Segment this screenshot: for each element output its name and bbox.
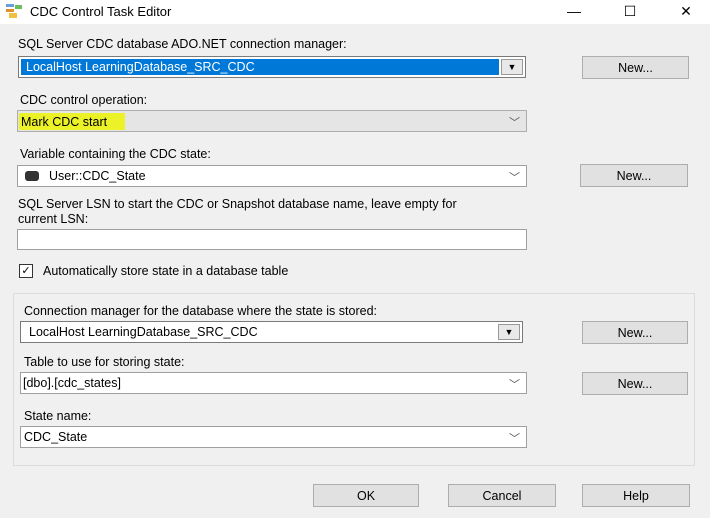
table-label: Table to use for storing state: bbox=[24, 355, 185, 369]
chevron-down-icon: ﹀ bbox=[509, 433, 520, 445]
state-name-select[interactable]: CDC_State ﹀ bbox=[20, 426, 527, 448]
new-state-conn-button[interactable]: New... bbox=[582, 321, 688, 344]
operation-select[interactable]: Mark CDC start ﹀ bbox=[17, 110, 527, 132]
minimize-button[interactable]: — bbox=[551, 0, 597, 22]
cancel-button[interactable]: Cancel bbox=[448, 484, 556, 507]
maximize-button[interactable]: ☐ bbox=[607, 0, 653, 22]
variable-icon bbox=[25, 171, 39, 181]
auto-store-label: Automatically store state in a database … bbox=[43, 264, 289, 278]
ok-button[interactable]: OK bbox=[313, 484, 419, 507]
connection-manager-select[interactable]: LocalHost LearningDatabase_SRC_CDC ▼ bbox=[18, 56, 526, 78]
dropdown-arrow-icon[interactable]: ▼ bbox=[498, 324, 520, 340]
title-bar: CDC Control Task Editor — ☐ ✕ bbox=[0, 0, 710, 24]
app-icon bbox=[6, 4, 22, 18]
table-select[interactable]: [dbo].[cdc_states] ﹀ bbox=[20, 372, 527, 394]
lsn-input[interactable] bbox=[17, 229, 527, 250]
close-button[interactable]: ✕ bbox=[663, 0, 709, 22]
state-variable-select[interactable]: User::CDC_State ﹀ bbox=[17, 165, 527, 187]
dropdown-arrow-icon[interactable]: ▼ bbox=[501, 59, 523, 75]
state-conn-value: LocalHost LearningDatabase_SRC_CDC bbox=[29, 325, 258, 339]
new-variable-button[interactable]: New... bbox=[580, 164, 688, 187]
state-variable-label: Variable containing the CDC state: bbox=[20, 147, 211, 161]
new-connection-button[interactable]: New... bbox=[582, 56, 689, 79]
operation-value: Mark CDC start bbox=[19, 112, 126, 130]
operation-label: CDC control operation: bbox=[20, 93, 148, 107]
connection-manager-value: LocalHost LearningDatabase_SRC_CDC bbox=[21, 59, 499, 75]
state-conn-select[interactable]: LocalHost LearningDatabase_SRC_CDC ▼ bbox=[20, 321, 523, 343]
state-variable-value: User::CDC_State bbox=[49, 169, 146, 183]
lsn-label-line2: current LSN: bbox=[18, 212, 89, 226]
chevron-down-icon: ﹀ bbox=[509, 172, 520, 184]
state-conn-label: Connection manager for the database wher… bbox=[24, 304, 377, 318]
window-title: CDC Control Task Editor bbox=[30, 4, 172, 19]
table-value: [dbo].[cdc_states] bbox=[23, 376, 121, 390]
lsn-label-line1: SQL Server LSN to start the CDC or Snaps… bbox=[18, 197, 457, 211]
chevron-down-icon: ﹀ bbox=[509, 379, 520, 391]
auto-store-checkbox[interactable]: ✓ bbox=[19, 264, 33, 278]
state-name-value: CDC_State bbox=[24, 430, 88, 444]
help-button[interactable]: Help bbox=[582, 484, 690, 507]
chevron-down-icon: ﹀ bbox=[509, 117, 520, 129]
connection-manager-label: SQL Server CDC database ADO.NET connecti… bbox=[18, 37, 347, 51]
new-table-button[interactable]: New... bbox=[582, 372, 688, 395]
state-name-label: State name: bbox=[24, 409, 92, 423]
